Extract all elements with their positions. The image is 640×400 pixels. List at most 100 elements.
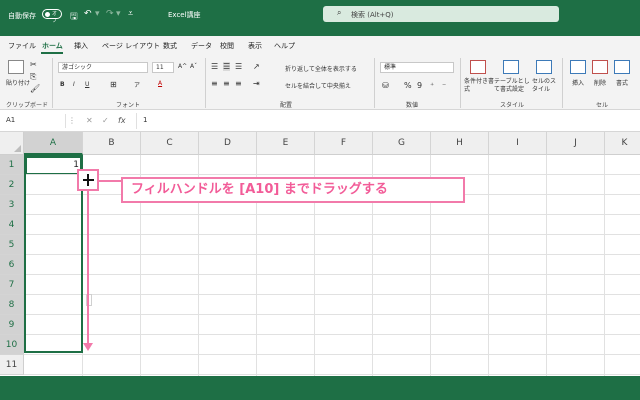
column-header-g[interactable]: G xyxy=(373,132,431,155)
align-left-icon[interactable]: ≡ xyxy=(211,79,218,88)
tab-data[interactable]: データ xyxy=(191,41,212,51)
align-bottom-icon[interactable]: ☰ xyxy=(235,62,242,71)
insert-cells-icon[interactable] xyxy=(570,60,586,74)
tab-page-layout[interactable]: ページ レイアウト xyxy=(102,41,160,51)
increase-decimal-icon[interactable]: ⁺ xyxy=(430,81,434,90)
formula-bar: A1 ⋮ ✕ ✓ fx 1 xyxy=(0,110,640,132)
tab-home[interactable]: ホーム xyxy=(42,41,63,51)
currency-icon[interactable]: ⛁ xyxy=(382,81,389,90)
fill-handle-cursor-icon[interactable] xyxy=(77,169,99,191)
italic-button[interactable]: I xyxy=(73,81,75,88)
row-header-11[interactable]: 11 xyxy=(0,355,24,375)
save-icon[interactable]: 🖫 xyxy=(70,9,78,25)
callout-connector xyxy=(98,180,122,182)
name-box-dropdown-icon[interactable]: ⋮ xyxy=(68,116,76,125)
delete-cells-icon[interactable] xyxy=(592,60,608,74)
name-box[interactable]: A1 xyxy=(2,114,66,128)
row-header-2[interactable]: 2 xyxy=(0,175,24,195)
cell-a1-value: 1 xyxy=(73,160,79,170)
redo-dropdown-icon[interactable]: ▾ xyxy=(116,9,121,19)
decrease-decimal-icon[interactable]: ⁻ xyxy=(442,81,446,90)
undo-dropdown-icon[interactable]: ▾ xyxy=(95,9,100,19)
font-color-button[interactable]: A xyxy=(158,80,162,87)
comma-button[interactable]: 9 xyxy=(417,81,422,90)
paste-button[interactable]: 貼り付け xyxy=(6,78,30,87)
customize-qat-icon[interactable]: ⩡ xyxy=(128,9,133,19)
format-as-table-icon[interactable] xyxy=(503,60,519,74)
format-painter-icon[interactable]: 🖌 xyxy=(30,84,40,93)
row-header-7[interactable]: 7 xyxy=(0,275,24,295)
column-header-k[interactable]: K xyxy=(605,132,640,155)
copy-icon[interactable]: ⎘ xyxy=(30,72,36,82)
arrow-down-icon xyxy=(83,343,93,351)
tab-formulas[interactable]: 数式 xyxy=(163,41,177,51)
ribbon: 貼り付け ✂ ⎘ 🖌 クリップボード 游ゴシック 11 A^ Aˇ B I U … xyxy=(0,54,640,110)
align-center-icon[interactable]: ≡ xyxy=(223,79,230,88)
formula-input[interactable]: 1 xyxy=(143,116,147,124)
format-as-table-button[interactable]: テーブルとして書式設定 xyxy=(494,78,530,94)
row-header-8[interactable]: 8 xyxy=(0,295,24,315)
column-header-h[interactable]: H xyxy=(431,132,489,155)
ribbon-separator xyxy=(460,58,461,108)
orientation-icon[interactable]: ↗ xyxy=(253,62,260,71)
font-name-select[interactable]: 游ゴシック xyxy=(58,62,148,73)
cell-styles-icon[interactable] xyxy=(536,60,552,74)
paste-icon[interactable] xyxy=(8,60,24,74)
redo-icon[interactable]: ↷ xyxy=(106,9,114,19)
column-header-c[interactable]: C xyxy=(141,132,199,155)
fill-color-button[interactable]: ア xyxy=(134,80,140,89)
cancel-icon[interactable]: ✕ xyxy=(86,116,93,125)
column-header-e[interactable]: E xyxy=(257,132,315,155)
enter-icon[interactable]: ✓ xyxy=(102,116,109,125)
column-header-j[interactable]: J xyxy=(547,132,605,155)
row-header-5[interactable]: 5 xyxy=(0,235,24,255)
number-format-select[interactable]: 標準 xyxy=(380,62,454,73)
underline-button[interactable]: U xyxy=(85,81,89,88)
search-box[interactable]: ⌕ 検索 (Alt+Q) xyxy=(323,6,559,22)
row-header-1[interactable]: 1 xyxy=(0,155,24,175)
column-header-d[interactable]: D xyxy=(199,132,257,155)
format-cells-button[interactable]: 書式 xyxy=(616,78,628,87)
align-middle-icon[interactable]: ☰ xyxy=(223,62,231,71)
tab-insert[interactable]: 挿入 xyxy=(74,41,88,51)
row-header-6[interactable]: 6 xyxy=(0,255,24,275)
bold-button[interactable]: B xyxy=(60,81,65,88)
row-header-4[interactable]: 4 xyxy=(0,215,24,235)
cut-icon[interactable]: ✂ xyxy=(30,60,37,69)
borders-icon[interactable]: ⊞ xyxy=(110,80,117,89)
conditional-format-icon[interactable] xyxy=(470,60,486,74)
shrink-font-button[interactable]: Aˇ xyxy=(190,63,197,70)
indent-icon[interactable]: ⇥ xyxy=(253,79,260,88)
insert-cells-button[interactable]: 挿入 xyxy=(572,78,584,87)
merge-center-button[interactable]: セルを結合して中央揃え xyxy=(285,81,351,90)
row-header-10[interactable]: 10 xyxy=(0,335,24,355)
wrap-text-button[interactable]: 折り返して全体を表示する xyxy=(285,64,357,73)
grid-line xyxy=(488,155,489,376)
row-header-9[interactable]: 9 xyxy=(0,315,24,335)
column-header-a[interactable]: A xyxy=(24,132,83,155)
tab-view[interactable]: 表示 xyxy=(248,41,262,51)
align-right-icon[interactable]: ≡ xyxy=(235,79,242,88)
delete-cells-button[interactable]: 削除 xyxy=(594,78,606,87)
row-header-3[interactable]: 3 xyxy=(0,195,24,215)
tab-review[interactable]: 校閲 xyxy=(220,41,234,51)
column-header-b[interactable]: B xyxy=(83,132,141,155)
tab-file[interactable]: ファイル xyxy=(8,41,36,51)
column-header-i[interactable]: I xyxy=(489,132,547,155)
worksheet-grid[interactable]: A B C D E F G H I J K 1 2 3 4 5 6 7 8 9 … xyxy=(0,132,640,376)
insert-function-icon[interactable]: fx xyxy=(118,116,126,125)
percent-button[interactable]: % xyxy=(404,81,412,90)
cells-group-label: セル xyxy=(596,102,609,109)
tab-help[interactable]: ヘルプ xyxy=(274,41,295,51)
autosave-toggle[interactable]: オフ xyxy=(42,9,62,24)
align-top-icon[interactable]: ☰ xyxy=(211,62,218,71)
conditional-format-button[interactable]: 条件付き書式 xyxy=(464,78,494,94)
cell-styles-button[interactable]: セルのスタイル xyxy=(532,78,558,94)
format-cells-icon[interactable] xyxy=(614,60,630,74)
number-group-label: 数値 xyxy=(406,102,419,109)
select-all-button[interactable] xyxy=(0,132,24,155)
column-header-f[interactable]: F xyxy=(315,132,373,155)
grow-font-button[interactable]: A^ xyxy=(178,63,187,70)
undo-icon[interactable]: ↶ xyxy=(84,9,92,19)
font-size-select[interactable]: 11 xyxy=(152,62,174,73)
